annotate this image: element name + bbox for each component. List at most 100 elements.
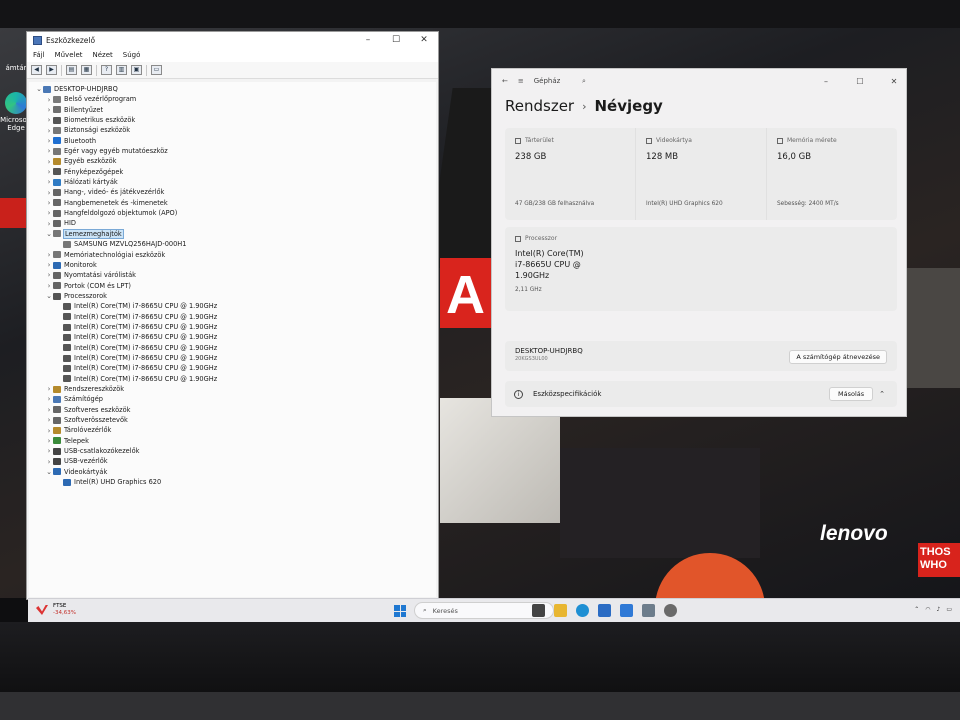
tree-node[interactable]: › Biztonsági eszközök bbox=[29, 125, 436, 135]
wifi-icon[interactable]: ◠ bbox=[925, 606, 930, 613]
settings-window[interactable]: ← ≡ Gépház ⌕ – ☐ ✕ Rendszer › Névjegy Tá… bbox=[491, 68, 907, 417]
chevron-right-icon[interactable]: › bbox=[45, 446, 53, 456]
back-arrow-icon[interactable]: ← bbox=[502, 77, 508, 85]
close-icon[interactable]: ✕ bbox=[410, 35, 438, 45]
tree-node[interactable]: › Hangbemenetek és -kimenetek bbox=[29, 198, 436, 208]
properties-icon[interactable]: ▤ bbox=[66, 65, 77, 75]
mail-icon[interactable] bbox=[620, 604, 633, 617]
chevron-down-icon[interactable]: ⌄ bbox=[45, 467, 53, 477]
search-icon[interactable]: ⌕ bbox=[582, 77, 586, 86]
gpu-card[interactable]: Videokártya 128 MB Intel(R) UHD Graphics… bbox=[636, 128, 767, 220]
chevron-right-icon[interactable]: › bbox=[45, 198, 53, 208]
chevron-right-icon[interactable]: › bbox=[45, 457, 53, 467]
chevron-right-icon[interactable]: › bbox=[45, 208, 53, 218]
tree-node[interactable]: Intel(R) Core(TM) i7-8665U CPU @ 1.90GHz bbox=[29, 332, 436, 342]
tree-node[interactable]: › Hangfeldolgozó objektumok (APO) bbox=[29, 208, 436, 218]
chevron-up-icon[interactable]: ⌃ bbox=[879, 390, 885, 398]
details-icon[interactable]: ▥ bbox=[116, 65, 127, 75]
chevron-right-icon[interactable]: › bbox=[45, 136, 53, 146]
tree-node[interactable]: › Egér vagy egyéb mutatóeszköz bbox=[29, 146, 436, 156]
chevron-down-icon[interactable]: ⌄ bbox=[35, 84, 43, 94]
memory-card[interactable]: Memória mérete 16,0 GB Sebesség: 2400 MT… bbox=[767, 128, 897, 220]
volume-icon[interactable]: ♪ bbox=[936, 606, 940, 613]
chevron-right-icon[interactable]: › bbox=[45, 250, 53, 260]
widgets-button[interactable]: FTSE -34,63% bbox=[36, 603, 76, 617]
tree-node[interactable]: Intel(R) Core(TM) i7-8665U CPU @ 1.90GHz bbox=[29, 312, 436, 322]
device-manager-window[interactable]: Eszközkezelő – ☐ ✕ Fájl Művelet Nézet Sú… bbox=[26, 31, 439, 600]
tree-node[interactable]: › Hang-, videó- és játékvezérlők bbox=[29, 187, 436, 197]
tree-node[interactable]: › Nyomtatási várólisták bbox=[29, 270, 436, 280]
chevron-right-icon[interactable]: › bbox=[45, 167, 53, 177]
close-icon[interactable]: ✕ bbox=[882, 77, 906, 86]
processor-card[interactable]: Processzor Intel(R) Core(TM) i7-8665U CP… bbox=[505, 227, 897, 311]
chevron-right-icon[interactable]: › bbox=[45, 426, 53, 436]
tree-node[interactable]: ⌄ Lemezmeghajtók bbox=[29, 228, 436, 239]
maximize-icon[interactable]: ☐ bbox=[848, 77, 872, 86]
windows-start-icon[interactable] bbox=[394, 605, 406, 617]
file-explorer-icon[interactable] bbox=[554, 604, 567, 617]
tree-node[interactable]: › Számítógép bbox=[29, 394, 436, 404]
hamburger-menu-icon[interactable]: ≡ bbox=[518, 77, 524, 85]
chevron-right-icon[interactable]: › bbox=[45, 281, 53, 291]
scan-hardware-icon[interactable]: ▭ bbox=[151, 65, 162, 75]
chevron-right-icon[interactable]: › bbox=[45, 157, 53, 167]
storage-card[interactable]: Tárterület 238 GB 47 GB/238 GB felhaszná… bbox=[505, 128, 636, 220]
chevron-right-icon[interactable]: › bbox=[45, 177, 53, 187]
tree-node[interactable]: › Telepek bbox=[29, 436, 436, 446]
chevron-down-icon[interactable]: ⌄ bbox=[45, 229, 53, 239]
tree-node[interactable]: Intel(R) Core(TM) i7-8665U CPU @ 1.90GHz bbox=[29, 363, 436, 373]
breadcrumb-parent[interactable]: Rendszer bbox=[505, 97, 574, 115]
tree-node[interactable]: › USB-vezérlők bbox=[29, 456, 436, 466]
chevron-right-icon[interactable]: › bbox=[45, 95, 53, 105]
chevron-down-icon[interactable]: ⌄ bbox=[45, 291, 53, 301]
tree-node[interactable]: › Szoftverösszetevők bbox=[29, 415, 436, 425]
tree-node[interactable]: Intel(R) Core(TM) i7-8665U CPU @ 1.90GHz bbox=[29, 322, 436, 332]
chevron-right-icon[interactable]: › bbox=[45, 405, 53, 415]
tree-node[interactable]: › USB-csatlakozókezelők bbox=[29, 446, 436, 456]
tree-node[interactable]: › Szoftveres eszközök bbox=[29, 405, 436, 415]
chevron-up-icon[interactable]: ⌃ bbox=[914, 606, 919, 613]
minimize-icon[interactable]: – bbox=[354, 35, 382, 45]
tree-node[interactable]: › Egyéb eszközök bbox=[29, 156, 436, 166]
tree-node[interactable]: SAMSUNG MZVLQ256HAJD-000H1 bbox=[29, 239, 436, 249]
tree-node[interactable]: › Biometrikus eszközök bbox=[29, 115, 436, 125]
chevron-right-icon[interactable]: › bbox=[45, 415, 53, 425]
chevron-right-icon[interactable]: › bbox=[45, 105, 53, 115]
back-arrow-icon[interactable]: ◀ bbox=[31, 65, 42, 75]
chevron-right-icon[interactable]: › bbox=[45, 126, 53, 136]
tree-node[interactable]: › Hálózati kártyák bbox=[29, 177, 436, 187]
tree-node[interactable]: › Memóriatechnológiai eszközök bbox=[29, 250, 436, 260]
edge-browser-icon[interactable] bbox=[576, 604, 589, 617]
maximize-icon[interactable]: ☐ bbox=[382, 35, 410, 45]
update-driver-icon[interactable]: ▣ bbox=[131, 65, 142, 75]
battery-icon[interactable]: ▭ bbox=[946, 606, 952, 613]
help-icon[interactable]: ? bbox=[101, 65, 112, 75]
tree-node[interactable]: Intel(R) Core(TM) i7-8665U CPU @ 1.90GHz bbox=[29, 353, 436, 363]
rename-pc-button[interactable]: A számítógép átnevezése bbox=[789, 350, 887, 364]
menu-file[interactable]: Fájl bbox=[33, 51, 45, 59]
device-specs-row[interactable]: i Eszközspecifikációk Másolás ⌃ bbox=[505, 381, 897, 407]
chevron-right-icon[interactable]: › bbox=[45, 384, 53, 394]
device-manager-taskbar-icon[interactable] bbox=[642, 604, 655, 617]
tree-node[interactable]: › Portok (COM és LPT) bbox=[29, 281, 436, 291]
chevron-right-icon[interactable]: › bbox=[45, 436, 53, 446]
tree-node[interactable]: › HID bbox=[29, 218, 436, 228]
tree-node[interactable]: ⌄ DESKTOP-UHDJRBQ bbox=[29, 84, 436, 94]
tree-node[interactable]: Intel(R) Core(TM) i7-8665U CPU @ 1.90GHz bbox=[29, 374, 436, 384]
tree-node[interactable]: › Belső vezérlőprogram bbox=[29, 94, 436, 104]
chevron-right-icon[interactable]: › bbox=[45, 115, 53, 125]
settings-gear-icon[interactable] bbox=[664, 604, 677, 617]
forward-arrow-icon[interactable]: ▶ bbox=[46, 65, 57, 75]
chevron-right-icon[interactable]: › bbox=[45, 270, 53, 280]
tree-node[interactable]: › Bluetooth bbox=[29, 136, 436, 146]
system-tray[interactable]: ⌃ ◠ ♪ ▭ bbox=[914, 606, 952, 613]
device-tree[interactable]: ⌄ DESKTOP-UHDJRBQ › Belső vezérlőprogram › Bi… bbox=[29, 82, 436, 597]
menu-action[interactable]: Művelet bbox=[55, 51, 83, 59]
store-icon[interactable] bbox=[598, 604, 611, 617]
device-manager-titlebar[interactable]: Eszközkezelő – ☐ ✕ bbox=[27, 32, 438, 48]
tree-node[interactable]: Intel(R) Core(TM) i7-8665U CPU @ 1.90GHz bbox=[29, 343, 436, 353]
show-hide-icon[interactable]: ▦ bbox=[81, 65, 92, 75]
tree-node[interactable]: › Fényképezőgépek bbox=[29, 167, 436, 177]
chevron-right-icon[interactable]: › bbox=[45, 260, 53, 270]
tree-node[interactable]: › Rendszereszközök bbox=[29, 384, 436, 394]
